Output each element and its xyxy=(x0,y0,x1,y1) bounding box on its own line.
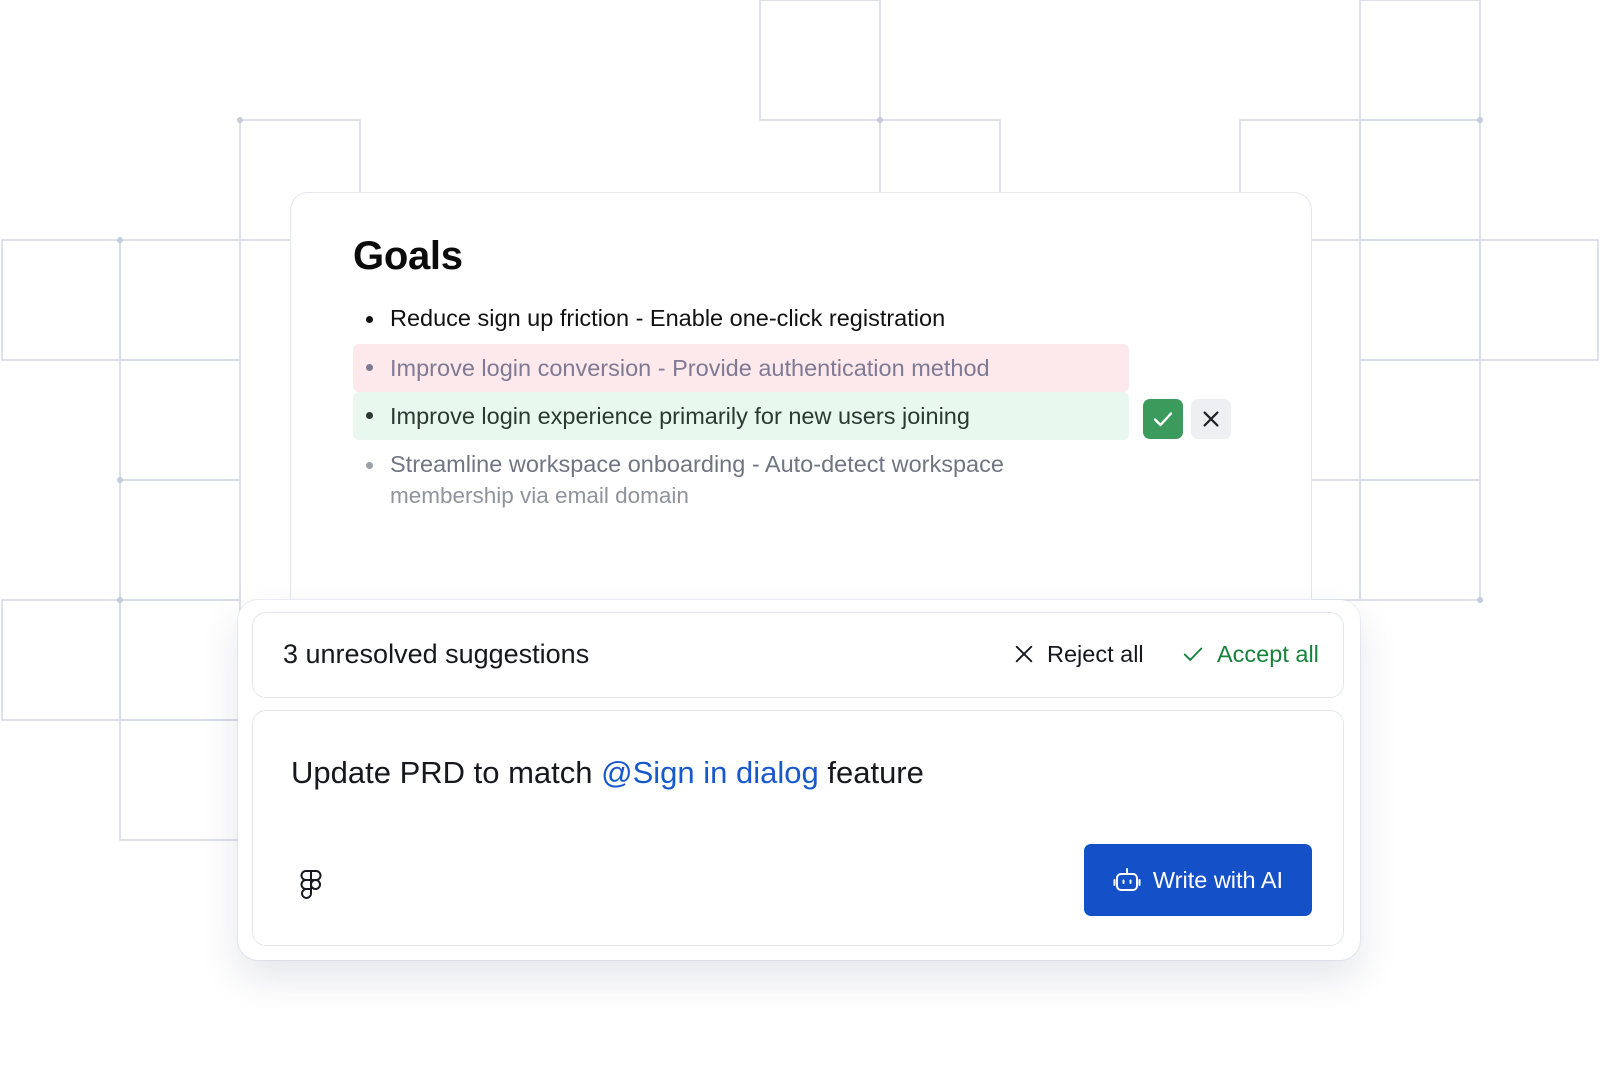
robot-icon xyxy=(1113,868,1141,891)
goal-item-suggested-removal[interactable]: Improve login conversion - Provide authe… xyxy=(353,344,1129,392)
unresolved-suggestions-count: 3 unresolved suggestions xyxy=(283,639,590,669)
goal-item-existing[interactable]: Reduce sign up friction - Enable one-cli… xyxy=(353,302,1129,334)
goal-item-suggested-addition[interactable]: Improve login experience primarily for n… xyxy=(353,392,1129,440)
goal-text: Reduce sign up friction - Enable one-cli… xyxy=(390,305,946,331)
goal-text-line-1: Streamline workspace onboarding - Auto-d… xyxy=(390,451,1004,477)
suggestions-composer-panel: 3 unresolved suggestions Reject all Acce… xyxy=(238,600,1360,960)
suggestions-bar: 3 unresolved suggestions Reject all Acce… xyxy=(252,612,1344,698)
write-with-ai-button[interactable]: Write with AI xyxy=(1084,844,1312,916)
goal-text: Improve login conversion - Provide authe… xyxy=(390,355,990,381)
figma-icon[interactable] xyxy=(300,869,322,899)
goal-text: Improve login experience primarily for n… xyxy=(390,403,970,429)
mention-link[interactable]: @Sign in dialog xyxy=(601,755,819,790)
reject-all-label: Reject all xyxy=(1047,640,1144,667)
goal-text-line-2: membership via email domain xyxy=(390,483,689,508)
prompt-text-after: feature xyxy=(818,755,924,790)
bullet-dot xyxy=(366,462,373,469)
bullet-dot xyxy=(366,364,373,371)
check-icon xyxy=(1153,412,1173,427)
prompt-text-before: Update PRD to match xyxy=(291,755,602,790)
reject-suggestion-button[interactable] xyxy=(1191,399,1231,439)
accept-all-button[interactable]: Accept all xyxy=(1181,637,1319,671)
bullet-dot xyxy=(366,316,373,323)
reject-all-button[interactable]: Reject all xyxy=(1013,637,1144,671)
accept-all-label: Accept all xyxy=(1217,640,1319,667)
goal-item-faded[interactable]: Streamline workspace onboarding - Auto-d… xyxy=(353,448,1129,512)
prompt-input[interactable]: Update PRD to match @Sign in dialog feat… xyxy=(291,755,924,791)
check-icon xyxy=(1183,647,1203,661)
accept-suggestion-button[interactable] xyxy=(1143,399,1183,439)
close-icon xyxy=(1203,411,1219,427)
goals-heading: Goals xyxy=(353,234,463,278)
bullet-dot xyxy=(366,412,373,419)
write-with-ai-label: Write with AI xyxy=(1152,866,1284,893)
prompt-composer[interactable]: Update PRD to match @Sign in dialog feat… xyxy=(252,710,1344,946)
close-icon xyxy=(1015,645,1033,663)
